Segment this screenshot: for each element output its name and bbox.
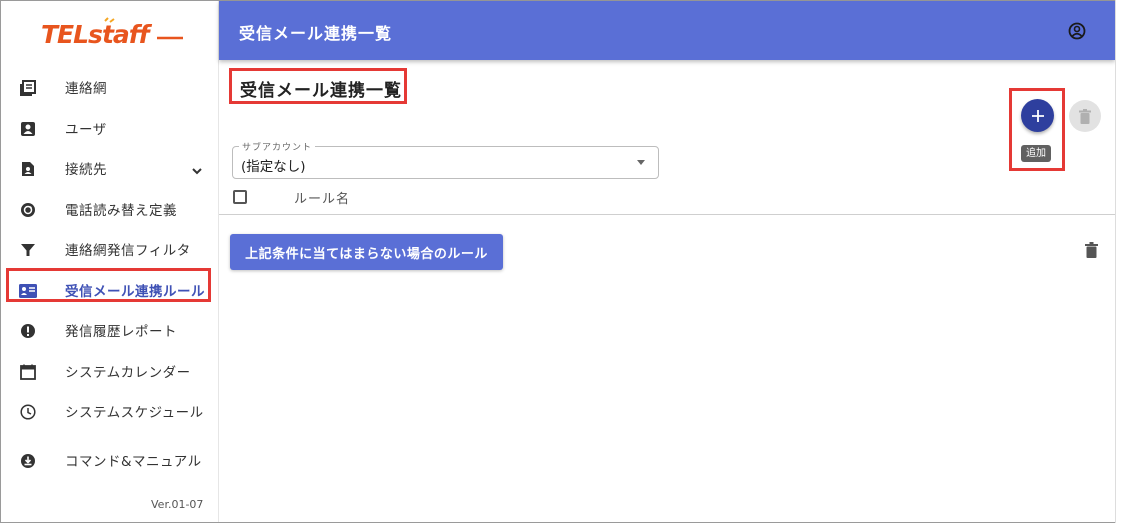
sidebar-item-contact-network[interactable]: 連絡網 (1, 67, 219, 107)
window-edge (1115, 0, 1122, 523)
dropdown-arrow-icon (637, 160, 645, 165)
sidebar-item-filter[interactable]: 連絡網発信フィルタ (1, 229, 219, 269)
top-app-bar: 受信メール連携一覧 (219, 1, 1115, 60)
app-logo[interactable]: TELstaff (1, 1, 218, 65)
delete-selected-button[interactable] (1069, 100, 1101, 132)
sidebar-item-connections[interactable]: 接続先 (1, 148, 219, 188)
sidebar-item-call-report[interactable]: 発信履歴レポート (1, 310, 219, 350)
sidebar-item-label: ユーザ (65, 122, 107, 138)
sidebar-item-label: 電話読み替え定義 (65, 203, 177, 219)
default-rule-button[interactable]: 上記条件に当てはまらない場合のルール (230, 234, 503, 270)
sidebar: TELstaff 連絡網 ユーザ 接続先 電話読み替え定義 連絡網発信フィルタ … (1, 1, 219, 522)
header-title: 受信メール連携一覧 (239, 24, 393, 43)
subaccount-select-value: (指定なし) (241, 159, 306, 175)
sidebar-item-label: 接続先 (65, 162, 107, 178)
sidebar-item-label: システムスケジュール (65, 405, 204, 421)
download-circle-icon (19, 452, 37, 470)
column-header-rule-name: ルール名 (294, 192, 351, 207)
chevron-down-icon[interactable] (191, 162, 203, 175)
svg-text:TELstaff: TELstaff (41, 20, 153, 49)
trash-icon (1079, 108, 1091, 124)
sidebar-item-phone-rewrite[interactable]: 電話読み替え定義 (1, 189, 219, 229)
select-all-checkbox[interactable] (233, 190, 247, 204)
contact-book-icon (19, 79, 37, 97)
user-badge-icon (19, 120, 37, 138)
clock-icon (19, 403, 37, 421)
account-circle-icon[interactable] (1067, 21, 1087, 41)
filter-icon (19, 241, 37, 259)
sidebar-item-schedule[interactable]: システムスケジュール (1, 391, 219, 431)
file-person-icon (19, 160, 37, 178)
sidebar-item-label: 連絡網発信フィルタ (65, 243, 191, 259)
telstaff-logo-icon: TELstaff (41, 17, 183, 49)
calendar-icon (19, 363, 37, 381)
sidebar-item-label: システムカレンダー (65, 365, 191, 381)
table-header-divider (219, 214, 1115, 215)
subaccount-select-label: サブアカウント (239, 140, 316, 153)
sidebar-item-label: 連絡網 (65, 81, 107, 97)
sync-circle-icon (19, 201, 37, 219)
delete-default-rule-button[interactable] (1085, 242, 1099, 260)
version-label: Ver.01-07 (151, 498, 204, 511)
sidebar-item-label: 発信履歴レポート (65, 324, 177, 340)
sidebar-item-label: コマンド&マニュアル (65, 454, 202, 470)
sidebar-item-users[interactable]: ユーザ (1, 108, 219, 148)
sidebar-item-commands-manual[interactable]: コマンド&マニュアル (1, 440, 219, 480)
page-title: 受信メール連携一覧 (240, 81, 402, 101)
sidebar-item-calendar[interactable]: システムカレンダー (1, 351, 219, 391)
alert-circle-icon (19, 322, 37, 340)
subaccount-select[interactable]: サブアカウント (指定なし) (232, 140, 659, 179)
add-button-highlight (1009, 88, 1065, 171)
active-item-highlight (6, 268, 211, 302)
trash-icon (1085, 242, 1098, 258)
